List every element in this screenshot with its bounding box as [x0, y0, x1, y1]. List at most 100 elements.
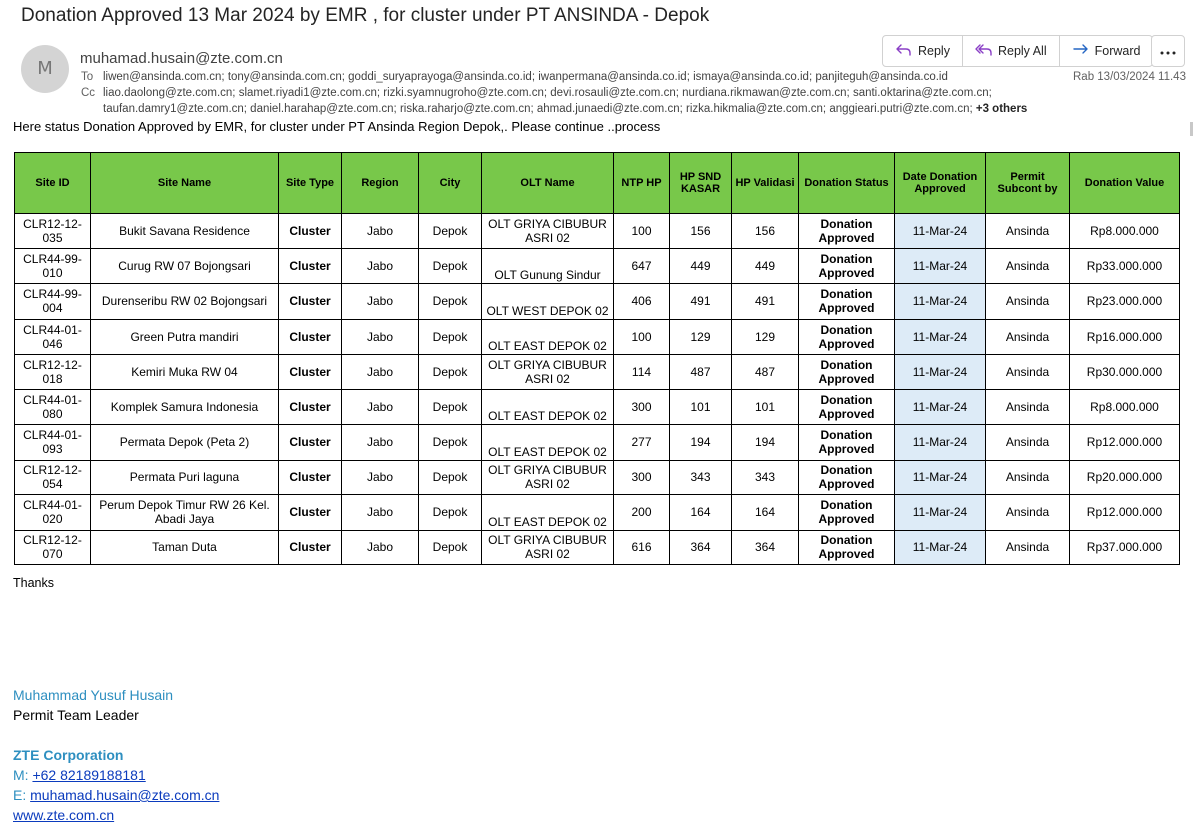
olt-name-cell[interactable]: OLT GRIYA CIBUBUR ASRI 02 — [481, 354, 614, 390]
site-id-cell[interactable]: CLR44-99-010 — [14, 247, 91, 284]
ntp-hp-cell[interactable]: 277 — [613, 424, 670, 461]
cc-recipients-line1[interactable]: liao.daolong@zte.com.cn; slamet.riyadi1@… — [103, 87, 992, 99]
ntp-hp-cell[interactable]: 616 — [613, 529, 670, 565]
date-approved-cell[interactable]: 11-Mar-24 — [894, 459, 986, 495]
donation-status-cell[interactable]: Donation Approved — [798, 318, 895, 355]
ntp-hp-cell[interactable]: 300 — [613, 388, 670, 425]
site-id-cell[interactable]: CLR12-12-070 — [14, 529, 91, 565]
site-type-cell[interactable]: Cluster — [278, 283, 342, 320]
donation-status-cell[interactable]: Donation Approved — [798, 354, 895, 390]
city-cell[interactable]: Depok — [418, 213, 482, 249]
region-cell[interactable]: Jabo — [341, 354, 419, 390]
hp-snd-kasar-cell[interactable]: 101 — [669, 388, 732, 425]
site-name-cell[interactable]: Kemiri Muka RW 04 — [90, 354, 279, 390]
donation-status-cell[interactable]: Donation Approved — [798, 247, 895, 284]
site-name-cell[interactable]: Curug RW 07 Bojongsari — [90, 247, 279, 284]
site-name-cell[interactable]: Taman Duta — [90, 529, 279, 565]
hp-validasi-cell[interactable]: 343 — [731, 459, 799, 495]
hp-validasi-cell[interactable]: 101 — [731, 388, 799, 425]
donation-value-cell[interactable]: Rp33.000.000 — [1069, 247, 1180, 284]
site-id-cell[interactable]: CLR44-01-080 — [14, 388, 91, 425]
donation-value-cell[interactable]: Rp16.000.000 — [1069, 318, 1180, 355]
reply-button[interactable]: Reply — [883, 36, 963, 66]
ntp-hp-cell[interactable]: 100 — [613, 318, 670, 355]
hp-validasi-cell[interactable]: 164 — [731, 494, 799, 531]
site-type-cell[interactable]: Cluster — [278, 459, 342, 495]
region-cell[interactable]: Jabo — [341, 494, 419, 531]
site-type-cell[interactable]: Cluster — [278, 318, 342, 355]
donation-value-cell[interactable]: Rp23.000.000 — [1069, 283, 1180, 320]
mobile-link[interactable]: +62 82189188181 — [32, 767, 145, 783]
date-approved-cell[interactable]: 11-Mar-24 — [894, 354, 986, 390]
permit-subcont-cell[interactable]: Ansinda — [985, 213, 1070, 249]
olt-name-cell[interactable]: OLT GRIYA CIBUBUR ASRI 02 — [481, 213, 614, 249]
reply-all-button[interactable]: Reply All — [963, 36, 1060, 66]
permit-subcont-cell[interactable]: Ansinda — [985, 494, 1070, 531]
donation-status-cell[interactable]: Donation Approved — [798, 424, 895, 461]
forward-button[interactable]: Forward — [1060, 36, 1153, 66]
donation-value-cell[interactable]: Rp8.000.000 — [1069, 388, 1180, 425]
site-id-cell[interactable]: CLR44-01-020 — [14, 494, 91, 531]
donation-value-cell[interactable]: Rp37.000.000 — [1069, 529, 1180, 565]
permit-subcont-cell[interactable]: Ansinda — [985, 354, 1070, 390]
donation-status-cell[interactable]: Donation Approved — [798, 283, 895, 320]
site-name-cell[interactable]: Permata Depok (Peta 2) — [90, 424, 279, 461]
permit-subcont-cell[interactable]: Ansinda — [985, 424, 1070, 461]
region-cell[interactable]: Jabo — [341, 283, 419, 320]
date-approved-cell[interactable]: 11-Mar-24 — [894, 247, 986, 284]
olt-name-cell[interactable]: OLT Gunung Sindur — [481, 247, 614, 284]
city-cell[interactable]: Depok — [418, 283, 482, 320]
olt-name-cell[interactable]: OLT WEST DEPOK 02 — [481, 283, 614, 320]
region-cell[interactable]: Jabo — [341, 213, 419, 249]
olt-name-cell[interactable]: OLT EAST DEPOK 02 — [481, 318, 614, 355]
region-cell[interactable]: Jabo — [341, 459, 419, 495]
donation-value-cell[interactable]: Rp30.000.000 — [1069, 354, 1180, 390]
hp-snd-kasar-cell[interactable]: 156 — [669, 213, 732, 249]
permit-subcont-cell[interactable]: Ansinda — [985, 459, 1070, 495]
ntp-hp-cell[interactable]: 200 — [613, 494, 670, 531]
date-approved-cell[interactable]: 11-Mar-24 — [894, 318, 986, 355]
permit-subcont-cell[interactable]: Ansinda — [985, 318, 1070, 355]
permit-subcont-cell[interactable]: Ansinda — [985, 388, 1070, 425]
olt-name-cell[interactable]: OLT EAST DEPOK 02 — [481, 388, 614, 425]
donation-status-cell[interactable]: Donation Approved — [798, 494, 895, 531]
permit-subcont-cell[interactable]: Ansinda — [985, 529, 1070, 565]
sender-avatar[interactable]: M — [21, 45, 69, 93]
email-link[interactable]: muhamad.husain@zte.com.cn — [30, 787, 219, 803]
hp-snd-kasar-cell[interactable]: 164 — [669, 494, 732, 531]
cc-more-link[interactable]: +3 others — [976, 103, 1027, 115]
permit-subcont-cell[interactable]: Ansinda — [985, 247, 1070, 284]
hp-validasi-cell[interactable]: 194 — [731, 424, 799, 461]
date-approved-cell[interactable]: 11-Mar-24 — [894, 494, 986, 531]
website-link[interactable]: www.zte.com.cn — [13, 807, 114, 823]
date-approved-cell[interactable]: 11-Mar-24 — [894, 529, 986, 565]
region-cell[interactable]: Jabo — [341, 247, 419, 284]
hp-snd-kasar-cell[interactable]: 364 — [669, 529, 732, 565]
city-cell[interactable]: Depok — [418, 388, 482, 425]
to-recipients[interactable]: liwen@ansinda.com.cn; tony@ansinda.com.c… — [103, 71, 948, 83]
site-id-cell[interactable]: CLR12-12-035 — [14, 213, 91, 249]
ntp-hp-cell[interactable]: 114 — [613, 354, 670, 390]
site-type-cell[interactable]: Cluster — [278, 354, 342, 390]
donation-status-cell[interactable]: Donation Approved — [798, 213, 895, 249]
hp-validasi-cell[interactable]: 487 — [731, 354, 799, 390]
city-cell[interactable]: Depok — [418, 247, 482, 284]
ntp-hp-cell[interactable]: 100 — [613, 213, 670, 249]
date-approved-cell[interactable]: 11-Mar-24 — [894, 388, 986, 425]
region-cell[interactable]: Jabo — [341, 388, 419, 425]
region-cell[interactable]: Jabo — [341, 318, 419, 355]
site-name-cell[interactable]: Durenseribu RW 02 Bojongsari — [90, 283, 279, 320]
olt-name-cell[interactable]: OLT GRIYA CIBUBUR ASRI 02 — [481, 529, 614, 565]
city-cell[interactable]: Depok — [418, 354, 482, 390]
site-name-cell[interactable]: Perum Depok Timur RW 26 Kel. Abadi Jaya — [90, 494, 279, 531]
city-cell[interactable]: Depok — [418, 494, 482, 531]
hp-validasi-cell[interactable]: 129 — [731, 318, 799, 355]
hp-snd-kasar-cell[interactable]: 194 — [669, 424, 732, 461]
city-cell[interactable]: Depok — [418, 529, 482, 565]
site-type-cell[interactable]: Cluster — [278, 247, 342, 284]
hp-validasi-cell[interactable]: 491 — [731, 283, 799, 320]
site-id-cell[interactable]: CLR12-12-054 — [14, 459, 91, 495]
cc-recipients-line2[interactable]: taufan.damry1@zte.com.cn; daniel.harahap… — [103, 103, 1027, 115]
donation-value-cell[interactable]: Rp20.000.000 — [1069, 459, 1180, 495]
olt-name-cell[interactable]: OLT EAST DEPOK 02 — [481, 424, 614, 461]
